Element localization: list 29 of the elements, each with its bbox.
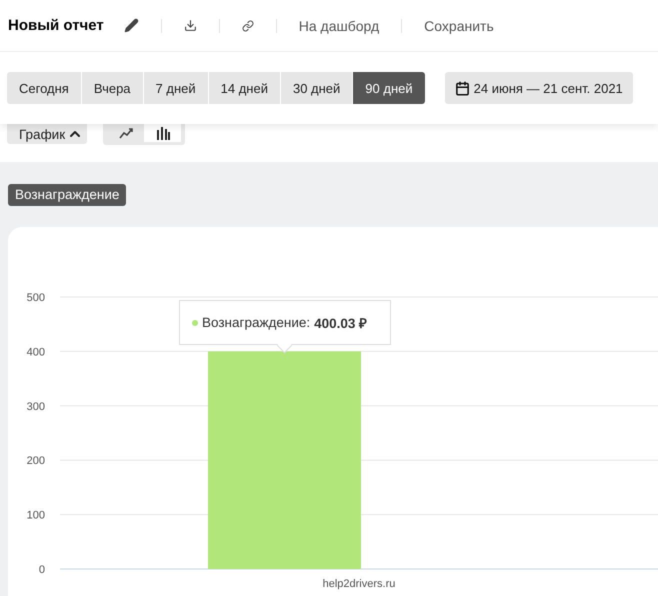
period-button[interactable]: 14 дней xyxy=(208,72,280,104)
tooltip-label: Вознаграждение: xyxy=(202,315,310,330)
y-axis-label: 100 xyxy=(26,510,45,522)
tooltip-value: 400.03 ₽ xyxy=(314,314,368,332)
period-button[interactable]: Сегодня xyxy=(7,72,81,104)
y-axis-label: 300 xyxy=(26,400,45,413)
period-button[interactable]: 90 дней xyxy=(353,72,425,104)
y-axis-label: 400 xyxy=(26,346,45,358)
download-icon[interactable] xyxy=(184,19,197,32)
chart-type-toggle[interactable] xyxy=(144,124,182,142)
calendar-icon xyxy=(454,80,470,96)
y-axis-label: 0 xyxy=(38,564,45,576)
y-axis-label: 500 xyxy=(26,292,45,304)
dashboard-link[interactable]: На дашборд xyxy=(298,18,380,34)
y-axis-label: 200 xyxy=(26,455,45,468)
x-axis-label: help2drivers.ru xyxy=(322,578,396,590)
view-dropdown[interactable]: График xyxy=(7,124,88,144)
edit-icon[interactable] xyxy=(124,18,139,33)
series-dot xyxy=(192,320,198,326)
report-title: Новый отчет xyxy=(8,17,104,34)
bar-chart-icon xyxy=(156,126,170,140)
period-button[interactable]: Вчера xyxy=(82,72,143,104)
period-button[interactable]: 30 дней xyxy=(280,72,352,104)
save-link[interactable]: Сохранить xyxy=(424,18,494,34)
metric-badge: Вознаграждение xyxy=(8,184,126,206)
link-icon[interactable] xyxy=(242,20,254,32)
period-button[interactable]: 7 дней xyxy=(144,72,208,104)
date-range-button[interactable]: 24 июня — 21 сент. 2021 xyxy=(444,72,633,104)
trend-line-icon xyxy=(118,127,133,139)
